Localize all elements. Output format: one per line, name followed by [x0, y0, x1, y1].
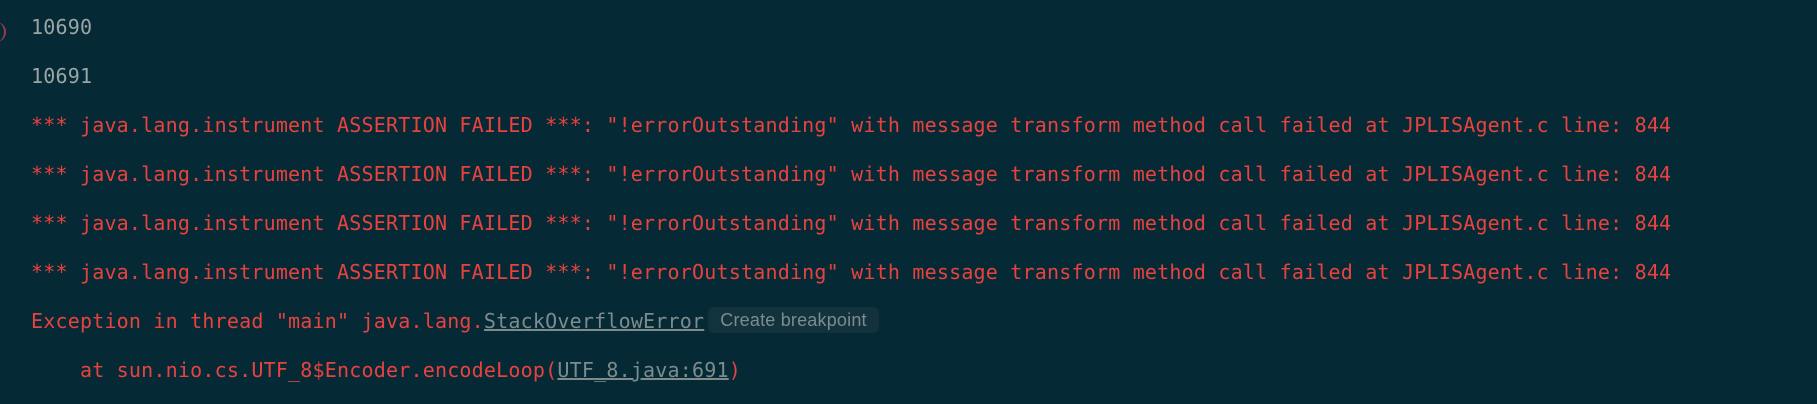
stack-frame-link[interactable]: UTF_8.java:691 [557, 358, 728, 382]
create-breakpoint-button[interactable]: Create breakpoint [708, 307, 879, 333]
console-line: 10690 [31, 15, 93, 39]
console-error-line: *** java.lang.instrument ASSERTION FAILE… [31, 162, 1672, 186]
stack-frame-suffix: ) [728, 358, 741, 382]
exception-class-link[interactable]: StackOverflowError [484, 309, 704, 333]
console-error-line: *** java.lang.instrument ASSERTION FAILE… [31, 113, 1672, 137]
stack-frame-prefix: at sun.nio.cs.UTF_8$Encoder.encodeLoop( [31, 358, 558, 382]
console-output: 10690 10691 *** java.lang.instrument ASS… [0, 0, 1817, 404]
gutter-marker [0, 22, 6, 42]
console-error-line: *** java.lang.instrument ASSERTION FAILE… [31, 211, 1672, 235]
exception-prefix: Exception in thread "main" java.lang. [31, 309, 484, 333]
exception-line: Exception in thread "main" java.lang.Sta… [31, 306, 879, 336]
console-error-line: *** java.lang.instrument ASSERTION FAILE… [31, 260, 1672, 284]
console-line: 10691 [31, 64, 93, 88]
stack-trace-line: at sun.nio.cs.UTF_8$Encoder.encodeLoop(U… [31, 355, 741, 385]
